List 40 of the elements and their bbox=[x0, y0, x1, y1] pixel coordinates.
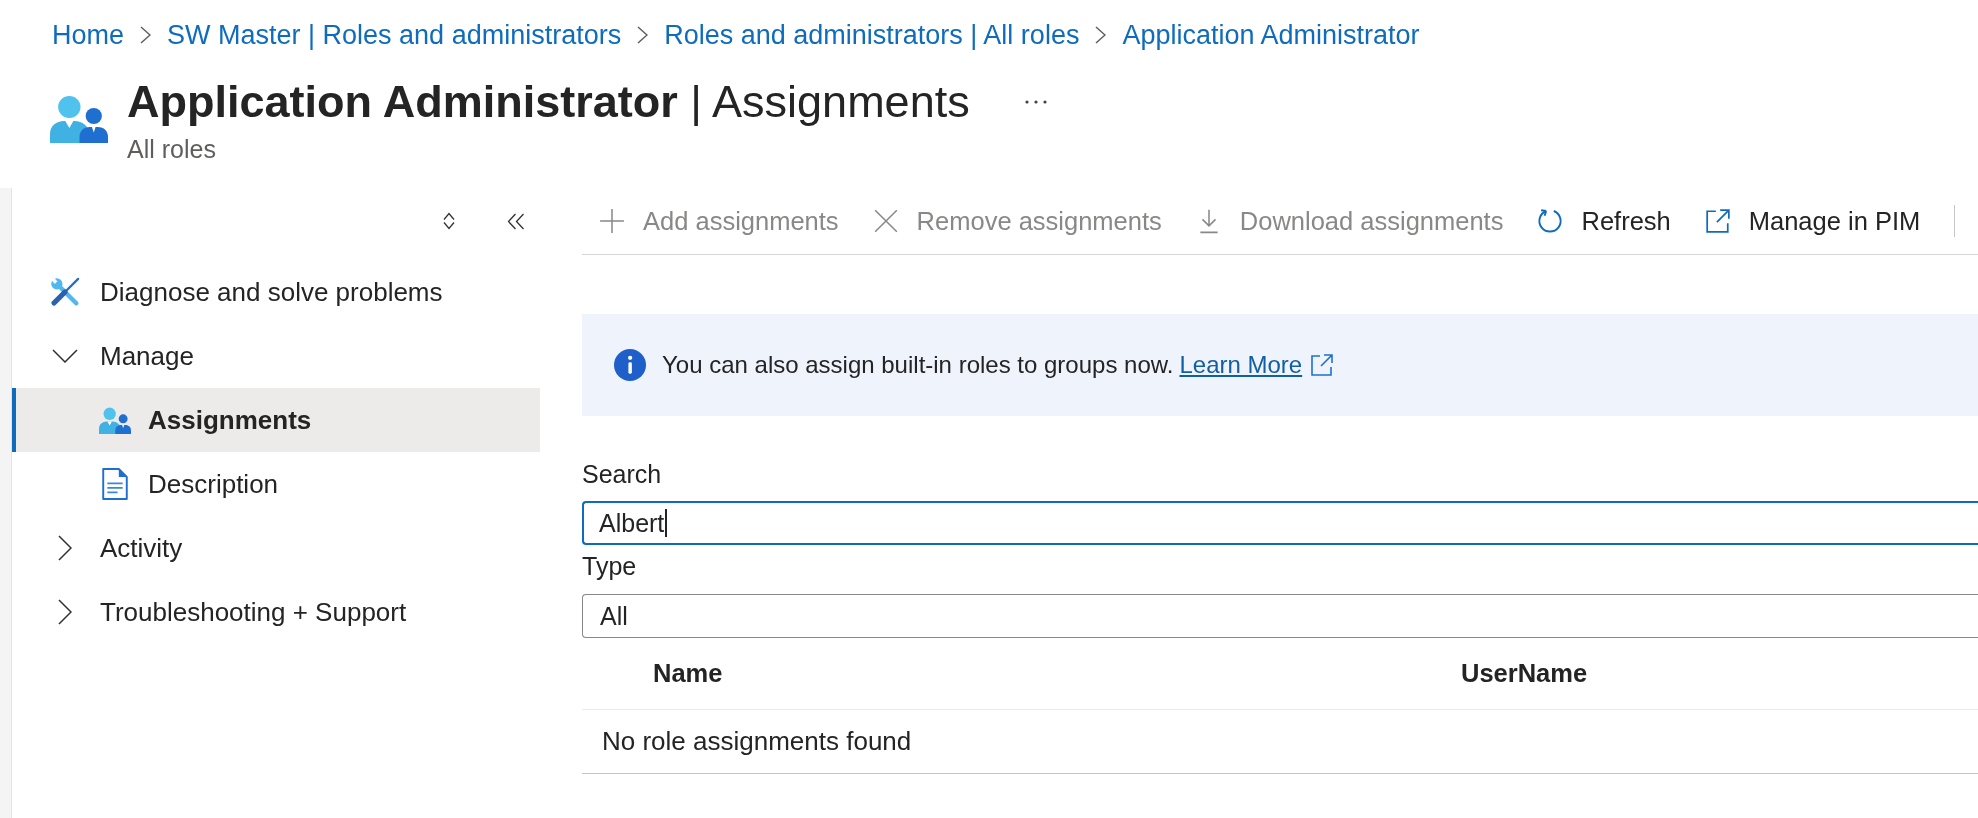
x-icon bbox=[872, 208, 899, 234]
breadcrumb-link[interactable]: SW Master | Roles and administrators bbox=[167, 18, 622, 52]
info-icon bbox=[614, 349, 646, 381]
page-subtitle: All roles bbox=[127, 134, 216, 164]
chevron-right-icon bbox=[1095, 26, 1107, 44]
text-cursor-icon bbox=[665, 509, 668, 537]
toolbar-button[interactable]: Refresh bbox=[1520, 199, 1688, 243]
field-label: Search bbox=[582, 459, 662, 489]
nav-group[interactable]: Troubleshooting + Support bbox=[12, 580, 540, 644]
column-header[interactable]: Name bbox=[653, 659, 1461, 688]
people-icon bbox=[99, 406, 131, 434]
nav-item[interactable]: Assignments bbox=[12, 388, 540, 452]
people-icon bbox=[50, 95, 108, 143]
nav-group[interactable]: Manage bbox=[12, 324, 540, 388]
wrench-screwdriver-icon bbox=[50, 277, 80, 307]
learn-more-link[interactable]: Learn More bbox=[1179, 351, 1335, 379]
chevron-right-icon bbox=[637, 26, 649, 44]
info-message: You can also assign built-in roles to groups now. Learn More bbox=[662, 351, 1335, 379]
breadcrumb-link[interactable]: Roles and administrators | All roles bbox=[664, 18, 1080, 52]
toolbar-button[interactable]: Manage in PIM bbox=[1687, 199, 1938, 243]
filter-field[interactable]: All bbox=[582, 594, 1978, 638]
nav-item[interactable]: Description bbox=[12, 452, 540, 516]
nav-item[interactable]: Diagnose and solve problems bbox=[12, 260, 540, 324]
external-link-icon bbox=[1310, 353, 1335, 377]
document-icon bbox=[102, 468, 128, 500]
double-chevron-left-icon bbox=[507, 212, 525, 230]
external-link-icon bbox=[1704, 208, 1731, 234]
page-title: Application Administrator | Assignments bbox=[127, 75, 970, 129]
ellipsis-icon bbox=[1024, 100, 1047, 104]
field-label: Type bbox=[582, 551, 637, 581]
nav-group[interactable]: Activity bbox=[12, 516, 540, 580]
empty-table-message: No role assignments found bbox=[602, 726, 912, 757]
refresh-icon bbox=[1537, 208, 1564, 234]
filter-field[interactable]: Albert bbox=[582, 501, 1978, 545]
plus-icon bbox=[599, 208, 625, 234]
chevron-right-icon bbox=[140, 26, 152, 44]
column-header[interactable]: UserName bbox=[1461, 659, 1588, 688]
breadcrumb-link[interactable]: Application Administrator bbox=[1122, 18, 1420, 52]
breadcrumb-link[interactable]: Home bbox=[52, 18, 125, 52]
up-down-chevron-icon bbox=[443, 211, 455, 231]
